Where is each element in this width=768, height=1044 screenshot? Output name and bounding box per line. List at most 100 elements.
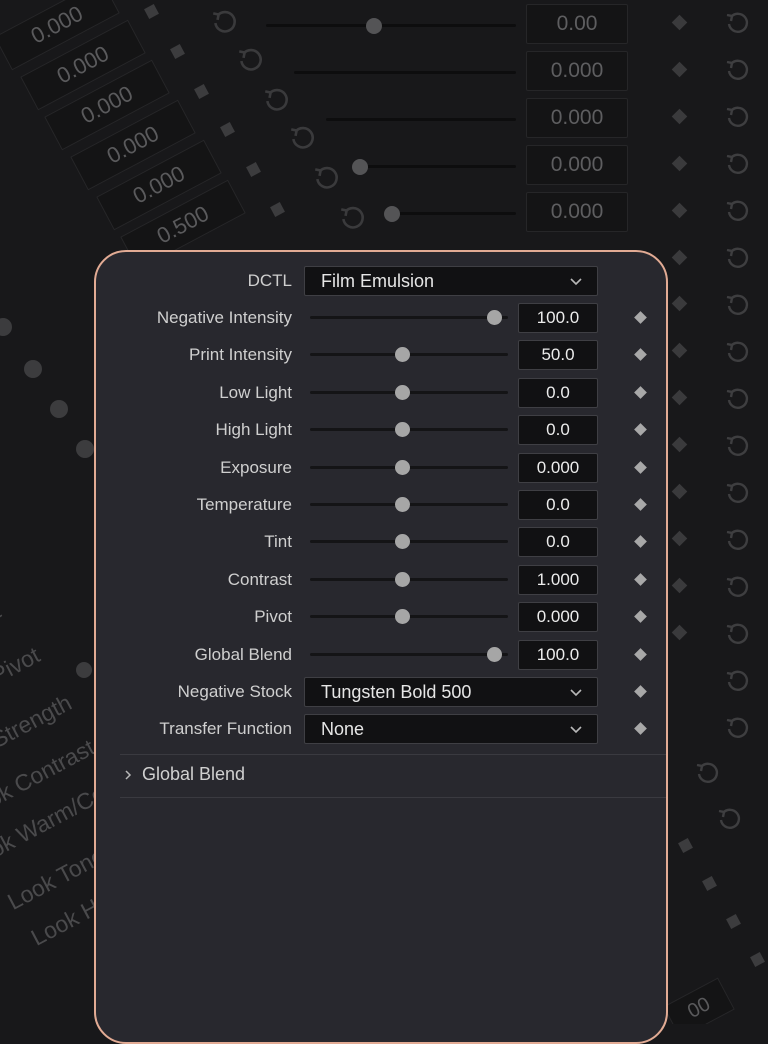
slider-handle[interactable] [395,459,410,475]
bg-keyframe-icon [671,483,688,500]
slider-track[interactable] [310,652,508,656]
bg-reset-icon [718,808,741,829]
slider-row: Global Blend 100.0 [96,636,666,673]
keyframe-diamond-icon[interactable] [634,722,647,735]
bg-reset-icon [726,435,749,456]
slider-handle[interactable] [487,310,502,325]
slider-value-input[interactable]: 0.000 [518,602,598,633]
dctl-dropdown[interactable]: Film Emulsion [304,266,598,296]
keyframe-diamond-icon[interactable] [634,685,647,698]
slider-row: Low Light 0.0 [96,374,666,411]
slider-label: Tint [264,532,292,552]
slider-row: Print Intensity 50.0 [96,336,666,373]
slider-label: Print Intensity [189,345,292,365]
keyframe-diamond-icon[interactable] [634,460,647,474]
transfer-function-dropdown[interactable]: None [304,714,598,744]
bg-slider-knob [352,159,368,175]
slider-label: Exposure [220,457,292,477]
slider-handle[interactable] [395,347,410,363]
slider-handle[interactable] [395,422,410,438]
bg-reset-icon [726,153,749,174]
global-blend-section-header[interactable]: Global Blend [122,757,245,791]
bg-slider-knob [366,18,382,34]
slider-handle[interactable] [395,384,410,400]
slider-label: Temperature [196,495,292,514]
slider-label: Negative Intensity [156,308,292,327]
bg-keyframe-icon [671,295,688,312]
keyframe-diamond-icon[interactable] [634,498,647,511]
bg-square-icon [678,838,693,853]
slider-value-input[interactable]: 0.0 [518,415,598,446]
bg-keyframe-icon [671,577,688,594]
slider-value-input[interactable]: 100.0 [518,303,598,333]
negative-stock-row: Negative Stock Tungsten Bold 500 [96,673,666,710]
slider-value-input[interactable]: 0.000 [518,452,598,483]
bg-value-field: 0.000 [526,51,628,91]
slider-value-input[interactable]: 0.0 [518,490,598,520]
bg-reset-icon [726,482,749,503]
chevron-down-icon [570,689,582,697]
keyframe-diamond-icon[interactable] [634,647,647,661]
bg-reset-icon [726,717,749,738]
bg-reset-icon [314,166,338,189]
keyframe-diamond-icon[interactable] [634,535,647,549]
negative-stock-label: Negative Stock [177,682,292,701]
slider-handle[interactable] [395,497,410,512]
slider-row: Tint 0.0 [96,523,666,560]
bg-slider-track [294,71,516,74]
slider-value-input[interactable]: 50.0 [518,340,598,371]
keyframe-diamond-icon[interactable] [634,385,647,399]
bg-reset-icon [726,623,749,644]
bg-value-field: 0.000 [526,192,628,232]
dctl-settings-panel: DCTL Film Emulsion Negative Intensity 100… [94,250,668,1044]
bg-reset-icon [340,206,364,229]
bg-slider-knob [76,662,92,678]
slider-handle[interactable] [395,571,410,587]
slider-handle[interactable] [395,609,410,625]
slider-value-input[interactable]: 1.000 [518,564,598,595]
bg-reset-icon [290,126,314,149]
bg-value-field: 0.00 [526,4,628,44]
keyframe-diamond-icon[interactable] [634,311,647,324]
bg-reset-icon [726,576,749,597]
keyframe-diamond-icon[interactable] [634,348,647,362]
dctl-dropdown-value: Film Emulsion [321,271,435,291]
slider-row: Temperature 0.0 [96,486,666,523]
bg-keyframe-icon [671,14,688,31]
bg-keyframe-icon [671,155,688,172]
bg-slider-knob [384,206,400,222]
slider-value-input[interactable]: 0.0 [518,527,598,558]
bg-keyframe-icon [671,61,688,78]
bg-slider-track [326,118,516,121]
slider-row: High Light 0.0 [96,411,666,448]
bg-reset-icon [726,106,749,127]
bg-slider-track [384,212,516,215]
bg-reset-icon [726,200,749,221]
slider-value-input[interactable]: 0.0 [518,377,598,408]
divider [120,754,666,755]
chevron-down-icon [570,278,582,286]
slider-label: Low Light [219,382,292,402]
bg-reset-icon [726,341,749,362]
slider-row: Pivot 0.000 [96,598,666,635]
transfer-function-row: Transfer Function None [96,710,666,747]
slider-row: Exposure 0.000 [96,449,666,486]
bg-reset-icon [726,294,749,315]
slider-handle[interactable] [487,646,502,662]
slider-label: Global Blend [194,644,292,664]
keyframe-diamond-icon[interactable] [634,423,647,437]
keyframe-diamond-icon[interactable] [634,572,647,586]
bg-keyframe-icon [671,389,688,406]
bg-slider-knob [76,440,94,458]
chevron-down-icon [570,726,582,734]
bg-reset-icon [726,670,749,691]
slider-handle[interactable] [395,534,410,550]
slider-track[interactable] [310,316,508,319]
slider-value-input[interactable]: 100.0 [518,639,598,670]
slider-label: Pivot [254,607,292,627]
negative-stock-dropdown[interactable]: Tungsten Bold 500 [304,677,598,707]
bg-reset-icon [726,529,749,550]
keyframe-diamond-icon[interactable] [634,610,647,624]
bg-reset-icon [696,762,719,783]
bg-keyframe-icon [671,436,688,453]
